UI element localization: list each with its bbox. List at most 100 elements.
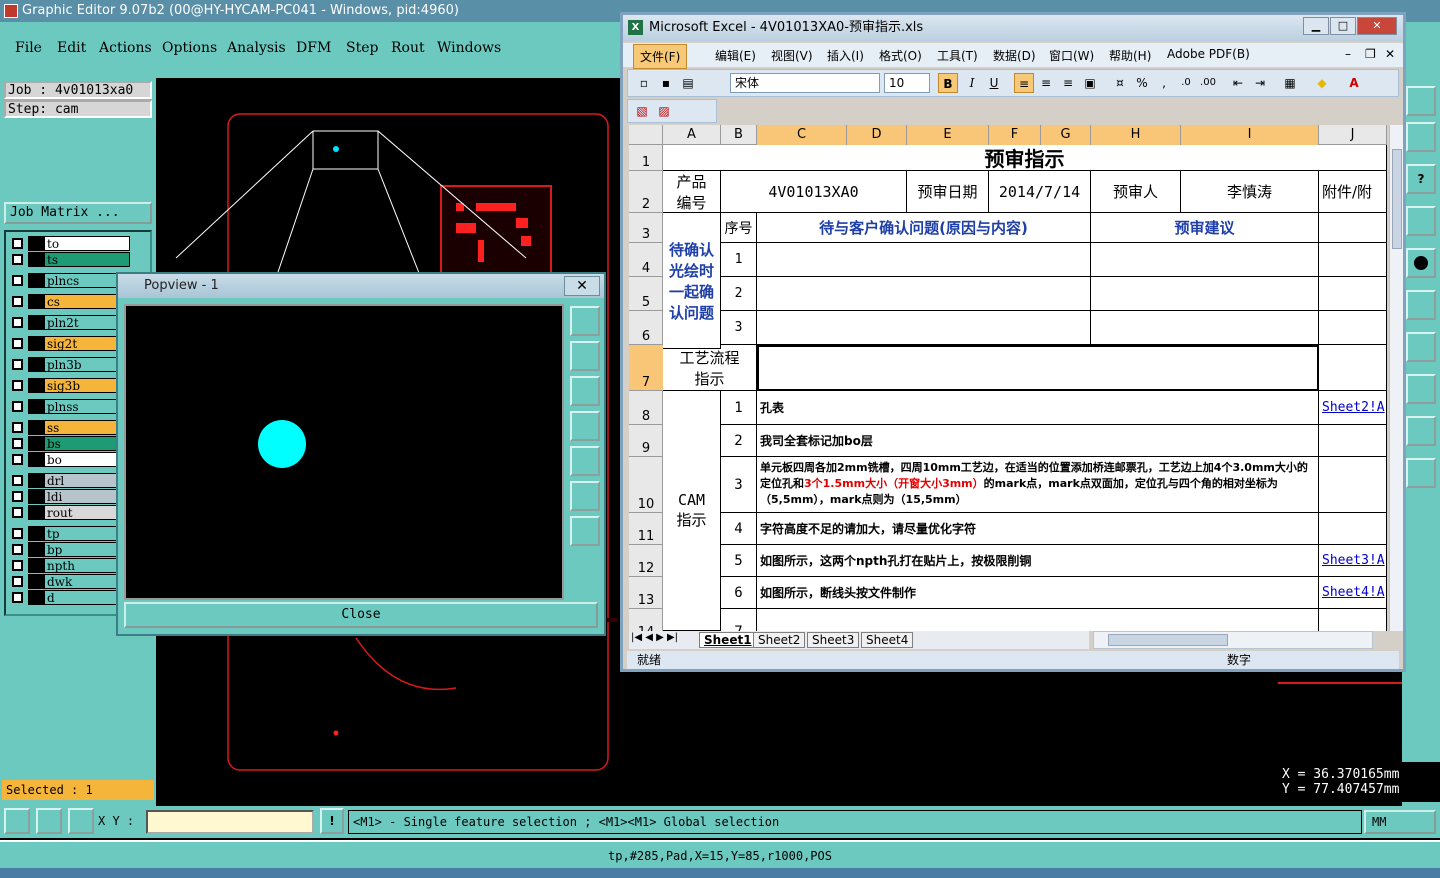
- popview-zoom-out-icon[interactable]: [570, 516, 600, 546]
- align-center-icon[interactable]: ≡: [1036, 73, 1056, 93]
- row-header-14[interactable]: 14: [629, 609, 663, 631]
- currency-icon[interactable]: ¤: [1110, 73, 1130, 93]
- cell-j3[interactable]: [1319, 213, 1387, 243]
- layer-checkbox[interactable]: [12, 254, 23, 265]
- tab-sheet1[interactable]: Sheet1: [699, 632, 757, 648]
- popview-fit-icon[interactable]: [570, 306, 600, 336]
- cam-link-4[interactable]: [1319, 513, 1387, 545]
- menu-options[interactable]: Options: [162, 40, 217, 56]
- confirm-num-2[interactable]: 2: [721, 277, 757, 311]
- select-all-corner[interactable]: [629, 125, 663, 145]
- col-header-h[interactable]: H: [1091, 125, 1181, 145]
- layer-row-ts[interactable]: ts: [8, 252, 148, 267]
- layer-checkbox[interactable]: [12, 560, 23, 571]
- tab-sheet2[interactable]: Sheet2: [753, 632, 806, 648]
- decrease-decimal-icon[interactable]: .00: [1198, 73, 1218, 93]
- layer-name[interactable]: to: [44, 236, 130, 251]
- new-file-icon[interactable]: ▫: [634, 73, 654, 93]
- menu-edit-cn[interactable]: 编辑(E): [715, 47, 756, 64]
- cell-j4[interactable]: [1319, 243, 1387, 277]
- cam-text-7[interactable]: [757, 609, 1319, 631]
- spreadsheet-grid[interactable]: A B C D E F G H I J 1 2 3 4 5 6 7 8 9 10…: [629, 125, 1387, 631]
- cell-j5[interactable]: [1319, 277, 1387, 311]
- row-header-12[interactable]: 12: [629, 545, 663, 577]
- horizontal-scrollbar[interactable]: [1093, 631, 1373, 649]
- cam-link-3[interactable]: [1319, 457, 1387, 513]
- cell-c5[interactable]: [757, 277, 1091, 311]
- tool-2-icon[interactable]: [1406, 122, 1436, 152]
- layer-flag[interactable]: [28, 473, 44, 488]
- cam-num-1[interactable]: 1: [721, 391, 757, 425]
- popview-down-icon[interactable]: [570, 376, 600, 406]
- cam-num-3[interactable]: 3: [721, 457, 757, 513]
- zoom-tool-1-icon[interactable]: [4, 808, 30, 834]
- layer-checkbox[interactable]: [12, 507, 23, 518]
- tab-sheet3[interactable]: Sheet3: [807, 632, 860, 648]
- cam-num-6[interactable]: 6: [721, 577, 757, 609]
- job-matrix-button[interactable]: Job Matrix ...: [4, 202, 152, 224]
- cam-num-7[interactable]: 7: [721, 609, 757, 631]
- layer-flag[interactable]: [28, 236, 44, 251]
- layer-flag[interactable]: [28, 574, 44, 589]
- layer-checkbox[interactable]: [12, 296, 23, 307]
- cell-h5[interactable]: [1091, 277, 1319, 311]
- minimize-icon[interactable]: ▁: [1303, 17, 1329, 35]
- popview-zoom-in-icon[interactable]: [570, 481, 600, 511]
- layer-checkbox[interactable]: [12, 422, 23, 433]
- cam-text-1[interactable]: 孔表: [757, 391, 1319, 425]
- tool-1-icon[interactable]: [1406, 86, 1436, 116]
- save-icon[interactable]: ▪: [656, 73, 676, 93]
- seq-label-cell[interactable]: 序号: [721, 213, 757, 243]
- units-select[interactable]: MM: [1364, 810, 1436, 834]
- align-left-icon[interactable]: ≡: [1014, 73, 1034, 93]
- col-header-a[interactable]: A: [663, 125, 721, 145]
- cell-c4[interactable]: [757, 243, 1091, 277]
- font-color-icon[interactable]: A: [1344, 73, 1364, 93]
- row-header-2[interactable]: 2: [629, 171, 663, 213]
- layer-flag[interactable]: [28, 505, 44, 520]
- col-header-b[interactable]: B: [721, 125, 757, 145]
- tab-sheet4[interactable]: Sheet4: [861, 632, 914, 648]
- layer-flag[interactable]: [28, 378, 44, 393]
- col-header-j[interactable]: J: [1319, 125, 1387, 145]
- layer-row-to[interactable]: to: [8, 236, 148, 251]
- col-header-d[interactable]: D: [847, 125, 907, 145]
- align-right-icon[interactable]: ≡: [1058, 73, 1078, 93]
- menu-view-cn[interactable]: 视图(V): [771, 47, 813, 64]
- layer-flag[interactable]: [28, 357, 44, 372]
- tool-6-icon[interactable]: [1406, 290, 1436, 320]
- menu-file-cn[interactable]: 文件(F): [633, 44, 688, 69]
- doc-close-icon[interactable]: ✕: [1385, 47, 1395, 61]
- layer-flag[interactable]: [28, 294, 44, 309]
- cam-link-7[interactable]: [1319, 609, 1387, 631]
- row-header-1[interactable]: 1: [629, 145, 663, 171]
- close-icon[interactable]: ✕: [1357, 17, 1397, 35]
- col-header-g[interactable]: G: [1041, 125, 1091, 145]
- col-header-e[interactable]: E: [907, 125, 989, 145]
- popview-close-icon[interactable]: ✕: [564, 276, 600, 296]
- bold-button[interactable]: B: [938, 73, 958, 93]
- layer-checkbox[interactable]: [12, 438, 23, 449]
- cam-link-1[interactable]: Sheet2!A: [1319, 391, 1387, 425]
- fill-color-icon[interactable]: ◆: [1312, 73, 1332, 93]
- product-no-cell[interactable]: 4V01013XA0: [721, 171, 907, 213]
- review-date-label-cell[interactable]: 预审日期: [907, 171, 989, 213]
- cell-h6[interactable]: [1091, 311, 1319, 345]
- layer-checkbox[interactable]: [12, 544, 23, 555]
- menu-file[interactable]: File: [15, 40, 42, 56]
- help-icon[interactable]: ?: [1406, 164, 1436, 194]
- increase-indent-icon[interactable]: ⇥: [1250, 73, 1270, 93]
- borders-icon[interactable]: ▦: [1280, 73, 1300, 93]
- merge-cells-icon[interactable]: ▣: [1080, 73, 1100, 93]
- cam-label-cell[interactable]: CAM指示: [663, 391, 721, 631]
- layer-checkbox[interactable]: [12, 454, 23, 465]
- col-header-c[interactable]: C: [757, 125, 847, 145]
- row-header-7[interactable]: 7: [629, 345, 663, 391]
- attachment-label-cell[interactable]: 附件/附: [1319, 171, 1387, 213]
- layer-flag[interactable]: [28, 526, 44, 541]
- review-date-cell[interactable]: 2014/7/14: [989, 171, 1091, 213]
- menu-windows[interactable]: Windows: [437, 40, 501, 56]
- layer-checkbox[interactable]: [12, 592, 23, 603]
- cell-j6[interactable]: [1319, 311, 1387, 345]
- row-header-4[interactable]: 4: [629, 243, 663, 277]
